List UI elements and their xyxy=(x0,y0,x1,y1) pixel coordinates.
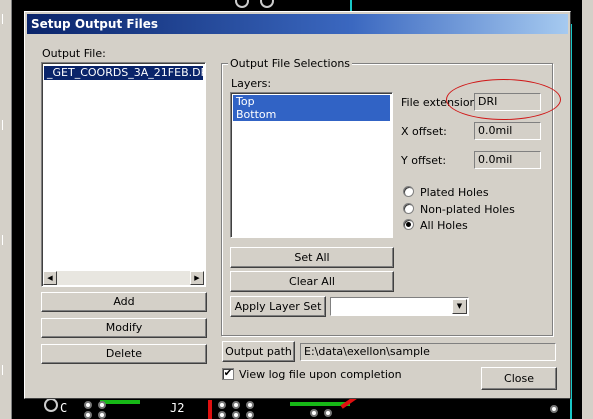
output-file-label: Output File: xyxy=(42,47,106,60)
component-pad xyxy=(310,409,318,417)
scroll-left-icon[interactable]: ◀ xyxy=(43,271,57,285)
via-pad xyxy=(260,0,274,8)
apply-layer-set-button[interactable]: Apply Layer Set xyxy=(230,296,326,317)
layers-label: Layers: xyxy=(231,77,272,90)
component-pad xyxy=(246,411,254,419)
component-pad xyxy=(84,401,92,409)
silk-label: J2 xyxy=(170,401,185,415)
copper-trace xyxy=(100,400,140,404)
layer-set-dropdown[interactable]: ▼ xyxy=(330,297,469,316)
component-pad xyxy=(324,409,332,417)
via-pad xyxy=(44,398,58,412)
board-outline xyxy=(350,0,352,11)
view-log-checkbox[interactable]: ✔ xyxy=(222,368,234,380)
dialog-title[interactable]: Setup Output Files xyxy=(27,14,568,34)
component-pad xyxy=(98,411,106,419)
set-all-button[interactable]: Set All xyxy=(230,247,394,268)
output-file-item[interactable]: _GET_COORDS_3A_21FEB.DRI xyxy=(44,66,203,80)
via-pad xyxy=(235,0,249,8)
component-pad xyxy=(98,401,106,409)
output-file-list[interactable]: _GET_COORDS_3A_21FEB.DRI ◀ ▶ xyxy=(41,62,206,287)
file-extension-label: File extension: xyxy=(401,96,481,109)
output-path-field[interactable]: E:\data\exellon\sample xyxy=(300,343,556,361)
delete-button[interactable]: Delete xyxy=(41,344,207,364)
non-plated-holes-radio[interactable] xyxy=(403,203,414,214)
output-file-hscrollbar[interactable]: ◀ ▶ xyxy=(43,271,204,285)
component-pad xyxy=(550,405,558,413)
y-offset-label: Y offset: xyxy=(401,154,447,167)
all-holes-radio[interactable] xyxy=(403,219,414,230)
left-panel-grip[interactable] xyxy=(2,14,12,24)
layer-item-top[interactable]: Top xyxy=(233,95,390,108)
view-log-label[interactable]: View log file upon completion xyxy=(239,368,402,381)
modify-button[interactable]: Modify xyxy=(41,318,207,338)
left-panel-strip xyxy=(0,0,12,419)
close-button[interactable]: Close xyxy=(481,367,557,390)
scroll-right-icon[interactable]: ▶ xyxy=(190,271,204,285)
y-offset-field[interactable]: 0.0mil xyxy=(474,151,541,169)
all-holes-label[interactable]: All Holes xyxy=(420,219,468,232)
non-plated-holes-label[interactable]: Non-plated Holes xyxy=(420,203,515,216)
x-offset-field[interactable]: 0.0mil xyxy=(474,122,541,140)
component-pad xyxy=(218,401,226,409)
layer-item-bottom[interactable]: Bottom xyxy=(233,108,390,121)
output-path-button[interactable]: Output path xyxy=(222,341,295,362)
radio-selected-dot xyxy=(406,222,411,227)
left-panel-grip[interactable] xyxy=(2,235,12,245)
clear-all-button[interactable]: Clear All xyxy=(230,271,394,292)
component-pad xyxy=(218,411,226,419)
output-file-selections-title: Output File Selections xyxy=(228,57,353,70)
silk-label: C xyxy=(60,401,68,415)
right-panel-strip xyxy=(582,0,593,419)
file-extension-field[interactable]: DRI xyxy=(474,93,541,111)
left-panel-grip[interactable] xyxy=(2,365,12,375)
component-pad xyxy=(232,401,240,409)
component-pad xyxy=(232,411,240,419)
layers-list[interactable]: Top Bottom xyxy=(230,92,393,238)
setup-output-files-dialog: Setup Output Files Output File: _GET_COO… xyxy=(24,11,571,399)
component-pad xyxy=(84,411,92,419)
plated-holes-radio[interactable] xyxy=(403,186,414,197)
left-panel-grip[interactable] xyxy=(2,120,12,130)
plated-holes-label[interactable]: Plated Holes xyxy=(420,186,489,199)
add-button[interactable]: Add xyxy=(41,292,207,312)
chevron-down-icon[interactable]: ▼ xyxy=(452,299,467,314)
copper-trace xyxy=(208,400,212,419)
x-offset-label: X offset: xyxy=(401,125,447,138)
component-pad xyxy=(246,401,254,409)
